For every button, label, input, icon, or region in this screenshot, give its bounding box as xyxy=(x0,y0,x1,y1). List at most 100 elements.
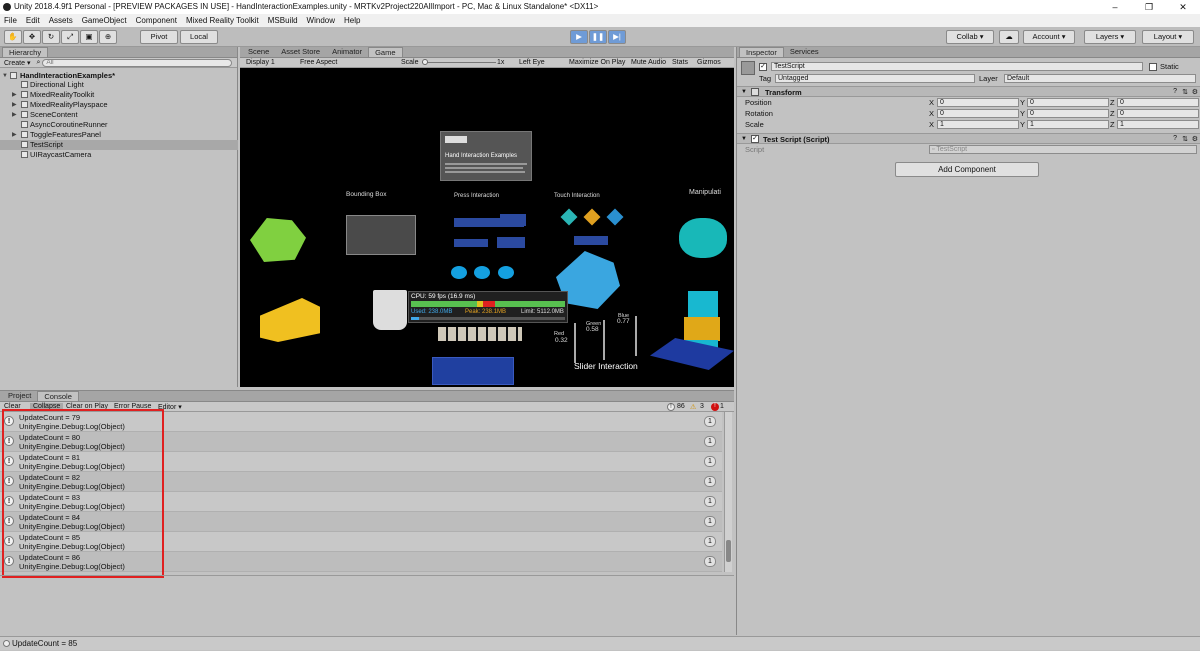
menu-assets[interactable]: Assets xyxy=(49,16,73,25)
add-component-button[interactable]: Add Component xyxy=(895,162,1039,177)
press-button[interactable] xyxy=(500,214,526,226)
hierarchy-item-directional-light[interactable]: Directional Light xyxy=(0,80,238,90)
piano-keys[interactable] xyxy=(438,327,522,341)
tab-asset-store[interactable]: Asset Store xyxy=(275,47,326,57)
slider-red-track[interactable] xyxy=(574,323,576,363)
scale-x-field[interactable]: 1 xyxy=(937,120,1019,129)
log-scrollbar-thumb[interactable] xyxy=(726,540,731,562)
hand-tool-icon[interactable]: ✋ xyxy=(4,30,22,44)
menu-edit[interactable]: Edit xyxy=(26,16,40,25)
layers-button[interactable]: Layers ▾ xyxy=(1084,30,1136,44)
scale-slider-handle[interactable] xyxy=(422,59,428,65)
scale-slider-track[interactable] xyxy=(422,62,496,63)
hierarchy-search-input[interactable] xyxy=(42,58,233,67)
tab-animator[interactable]: Animator xyxy=(326,47,368,57)
help-icon[interactable]: ? xyxy=(1173,88,1177,95)
collapse-arrow-icon[interactable]: ▶ xyxy=(12,130,17,140)
rect-tool-icon[interactable]: ▣ xyxy=(80,30,98,44)
round-button[interactable] xyxy=(451,266,467,279)
settings-gear-icon[interactable]: ⚙ xyxy=(1192,135,1198,143)
layout-button[interactable]: Layout ▾ xyxy=(1142,30,1194,44)
hierarchy-item-scenecontent[interactable]: ▶ SceneContent xyxy=(0,110,238,120)
slider-blue-track[interactable] xyxy=(635,316,637,356)
component-enabled-checkbox[interactable]: ✓ xyxy=(751,135,759,143)
tab-console[interactable]: Console xyxy=(37,391,79,401)
collab-button[interactable]: Collab ▾ xyxy=(946,30,994,44)
local-button[interactable]: Local xyxy=(180,30,218,44)
block-yellow[interactable] xyxy=(684,317,720,341)
tab-services[interactable]: Services xyxy=(784,47,825,57)
static-checkbox[interactable] xyxy=(1149,63,1157,71)
active-checkbox[interactable]: ✓ xyxy=(759,63,767,71)
account-button[interactable]: Account ▾ xyxy=(1023,30,1075,44)
pause-button[interactable]: ❚❚ xyxy=(589,30,607,44)
position-z-field[interactable]: 0 xyxy=(1117,98,1199,107)
expand-arrow-icon[interactable]: ▼ xyxy=(741,136,747,142)
game-render[interactable]: Hand Interaction Examples Bounding Box P… xyxy=(240,68,734,387)
menu-msbuild[interactable]: MSBuild xyxy=(268,16,298,25)
menu-file[interactable]: File xyxy=(4,16,17,25)
gizmos-dropdown[interactable]: Gizmos xyxy=(697,59,721,66)
tab-hierarchy[interactable]: Hierarchy xyxy=(2,47,49,57)
pivot-button[interactable]: Pivot xyxy=(140,30,178,44)
hierarchy-item-uiraycastcamera[interactable]: UIRaycastCamera xyxy=(0,150,238,160)
block-cyan[interactable] xyxy=(688,291,718,317)
preset-icon[interactable]: ⇅ xyxy=(1182,135,1188,143)
create-button[interactable]: Create ▾ xyxy=(4,59,30,67)
move-tool-icon[interactable]: ✥ xyxy=(23,30,41,44)
tab-project[interactable]: Project xyxy=(2,391,37,401)
log-scrollbar[interactable] xyxy=(724,412,732,572)
collapse-arrow-icon[interactable]: ▶ xyxy=(12,90,17,100)
menu-window[interactable]: Window xyxy=(307,16,335,25)
script-component-header[interactable]: ▼ ✓ Test Script (Script) ? ⇅ ⚙ xyxy=(737,133,1200,144)
info-filter-icon[interactable]: ! xyxy=(667,403,675,411)
step-button[interactable]: ▶| xyxy=(608,30,626,44)
maximize-button[interactable]: ❐ xyxy=(1132,0,1166,14)
tab-inspector[interactable]: Inspector xyxy=(739,47,784,57)
hierarchy-item-togglefeaturespanel[interactable]: ▶ ToggleFeaturesPanel xyxy=(0,130,238,140)
rotation-x-field[interactable]: 0 xyxy=(937,109,1019,118)
status-message[interactable]: UpdateCount = 85 xyxy=(12,639,77,648)
teal-gem-object[interactable] xyxy=(679,218,727,258)
object-name-field[interactable]: TestScript xyxy=(771,62,1143,71)
press-button[interactable] xyxy=(497,237,525,248)
stats-toggle[interactable]: Stats xyxy=(672,59,688,66)
hierarchy-item-mixedrealitytoolkit[interactable]: ▶ MixedRealityToolkit xyxy=(0,90,238,100)
hierarchy-item-mixedrealityplayspace[interactable]: ▶ MixedRealityPlayspace xyxy=(0,100,238,110)
tab-game[interactable]: Game xyxy=(368,47,403,57)
menu-component[interactable]: Component xyxy=(136,16,177,25)
touch-button[interactable] xyxy=(574,236,608,245)
position-y-field[interactable]: 0 xyxy=(1027,98,1109,107)
hierarchy-item-asynccoroutinerunner[interactable]: AsyncCoroutineRunner xyxy=(0,120,238,130)
warning-count[interactable]: 3 xyxy=(700,403,704,410)
rotation-y-field[interactable]: 0 xyxy=(1027,109,1109,118)
collapse-arrow-icon[interactable]: ▶ xyxy=(12,110,17,120)
position-x-field[interactable]: 0 xyxy=(937,98,1019,107)
close-button[interactable]: ✕ xyxy=(1166,0,1200,14)
round-button[interactable] xyxy=(498,266,514,279)
layer-dropdown[interactable]: Default xyxy=(1004,74,1196,83)
cloud-icon[interactable]: ☁ xyxy=(999,30,1019,44)
settings-gear-icon[interactable]: ⚙ xyxy=(1192,88,1198,96)
play-button[interactable]: ▶ xyxy=(570,30,588,44)
menu-mixed-reality-toolkit[interactable]: Mixed Reality Toolkit xyxy=(186,16,259,25)
preset-icon[interactable]: ⇅ xyxy=(1182,88,1188,96)
hierarchy-item-testscript[interactable]: TestScript xyxy=(0,140,238,150)
green-gem-object[interactable] xyxy=(250,218,306,262)
maximize-on-play-toggle[interactable]: Maximize On Play xyxy=(569,59,625,66)
rotate-tool-icon[interactable]: ↻ xyxy=(42,30,60,44)
scale-z-field[interactable]: 1 xyxy=(1117,120,1199,129)
expand-arrow-icon[interactable]: ▼ xyxy=(741,89,747,95)
eye-dropdown[interactable]: Left Eye xyxy=(519,59,545,66)
cheese-object[interactable] xyxy=(260,298,320,342)
splitter[interactable] xyxy=(0,575,734,576)
touch-cube[interactable] xyxy=(583,208,601,226)
bounding-box-panel[interactable] xyxy=(346,215,416,255)
toggle-features-panel[interactable] xyxy=(432,357,514,385)
scale-y-field[interactable]: 1 xyxy=(1027,120,1109,129)
aspect-dropdown[interactable]: Free Aspect xyxy=(300,59,337,66)
touch-cube[interactable] xyxy=(560,208,578,226)
minimize-button[interactable]: – xyxy=(1098,0,1132,14)
menu-gameobject[interactable]: GameObject xyxy=(82,16,127,25)
cup-object[interactable] xyxy=(373,290,407,330)
